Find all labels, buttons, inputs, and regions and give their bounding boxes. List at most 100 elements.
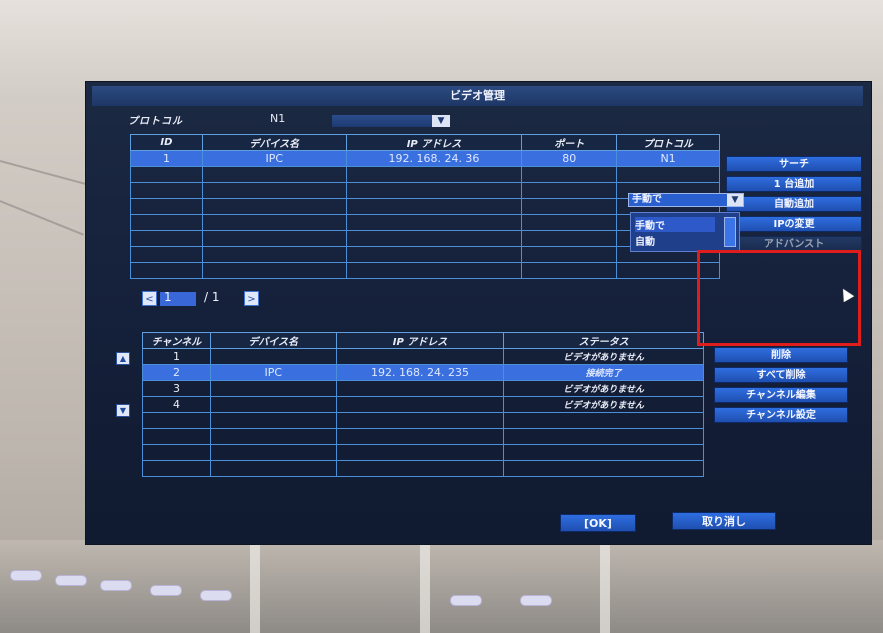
- channel-cell: [503, 460, 704, 477]
- device-cell: [130, 166, 203, 183]
- table-row[interactable]: 1 ビデオがありません: [142, 348, 704, 365]
- device-cell: [201, 182, 347, 199]
- channel-cell: ビデオがありません: [503, 380, 704, 397]
- channel-cell: [335, 460, 505, 477]
- device-cell: [130, 198, 203, 215]
- device-cell: [345, 230, 523, 247]
- device-header-cell: ポート: [521, 134, 618, 151]
- ok-button[interactable]: [OK]: [560, 514, 636, 532]
- table-row[interactable]: 2 IPC 192. 168. 24. 235 接続完了: [142, 364, 704, 381]
- device-cell: [521, 262, 618, 279]
- next-page-button[interactable]: >: [244, 291, 259, 306]
- channel-cell: 4: [142, 396, 211, 413]
- device-cell: [521, 182, 618, 199]
- fence-light: [520, 595, 552, 606]
- channel-cell: [503, 412, 704, 429]
- table-row[interactable]: 1 IPC 192. 168. 24. 36 80 N1: [130, 150, 720, 167]
- background-wire: [0, 200, 84, 236]
- channel-cell: 3: [142, 380, 211, 397]
- device-cell: [201, 214, 347, 231]
- delete-button[interactable]: 削除: [714, 347, 848, 363]
- device-cell: [130, 262, 203, 279]
- chevron-down-icon[interactable]: ▼: [727, 194, 743, 206]
- device-table-header: ID デバイス名 IP アドレス ポート プロトコル: [130, 134, 720, 151]
- device-cell: [201, 246, 347, 263]
- channel-table: チャンネル デバイス名 IP アドレス ステータス 1 ビデオがありません 2 IPC 192…: [142, 332, 704, 477]
- channel-settings-button[interactable]: チャンネル設定: [714, 407, 848, 423]
- table-row[interactable]: [142, 444, 704, 461]
- mode-list-scrollbar[interactable]: [724, 217, 736, 247]
- channel-cell: 192. 168. 24. 235: [335, 364, 505, 381]
- channel-cell: [209, 444, 337, 461]
- channel-cell: [335, 348, 505, 365]
- protocol-label: プロトコル: [128, 116, 183, 127]
- background-wire: [0, 160, 88, 186]
- protocol-value: N1: [270, 112, 286, 125]
- channel-cell: [209, 428, 337, 445]
- device-cell: [521, 166, 618, 183]
- channel-cell: 2: [142, 364, 211, 381]
- prev-page-button[interactable]: <: [142, 291, 157, 306]
- table-row[interactable]: 3 ビデオがありません: [142, 380, 704, 397]
- change-ip-button[interactable]: IPの変更: [726, 216, 862, 232]
- channel-cell: [335, 444, 505, 461]
- highlight-box: [697, 250, 861, 346]
- mode-dropdown[interactable]: 手動で ▼: [628, 193, 744, 207]
- device-header-cell: ID: [130, 134, 203, 151]
- search-button[interactable]: サーチ: [726, 156, 862, 172]
- channel-table-body: 1 ビデオがありません 2 IPC 192. 168. 24. 235 接続完了 3 ビデオが…: [142, 348, 704, 477]
- channel-cell: [142, 444, 211, 461]
- fence-light: [450, 595, 482, 606]
- table-row[interactable]: [130, 262, 720, 279]
- device-cell: [130, 182, 203, 199]
- page-current: 1: [164, 290, 172, 304]
- fence-bar: [600, 545, 610, 633]
- channel-cell: [335, 428, 505, 445]
- channel-cell: [503, 444, 704, 461]
- channel-cell: [209, 380, 337, 397]
- edit-channel-button[interactable]: チャンネル編集: [714, 387, 848, 403]
- channel-cell: [335, 396, 505, 413]
- move-down-button[interactable]: ▼: [116, 404, 130, 417]
- table-row[interactable]: [130, 166, 720, 183]
- device-header-cell: プロトコル: [616, 134, 720, 151]
- device-cell: [616, 166, 720, 183]
- channel-header-cell: ステータス: [503, 332, 704, 349]
- fence-bar: [250, 545, 260, 633]
- channel-cell: [209, 348, 337, 365]
- chevron-down-icon[interactable]: ▼: [432, 115, 450, 127]
- mode-dropdown-list: 手動で 自動: [630, 212, 740, 252]
- photo-background-bottom: [0, 540, 883, 633]
- fence-light: [10, 570, 42, 581]
- device-header-cell: デバイス名: [201, 134, 347, 151]
- mode-dropdown-value: 手動で: [632, 194, 662, 205]
- window-title: ビデオ管理: [92, 86, 863, 106]
- device-cell: [130, 214, 203, 231]
- delete-all-button[interactable]: すべて削除: [714, 367, 848, 383]
- mode-option-auto[interactable]: 自動: [635, 233, 655, 248]
- channel-cell: [209, 396, 337, 413]
- table-row[interactable]: 4 ビデオがありません: [142, 396, 704, 413]
- channel-cell: IPC: [209, 364, 337, 381]
- device-cell: [345, 214, 523, 231]
- move-up-button[interactable]: ▲: [116, 352, 130, 365]
- device-cell: [201, 230, 347, 247]
- cancel-button[interactable]: 取り消し: [672, 512, 776, 530]
- protocol-dropdown[interactable]: ▼: [332, 115, 450, 127]
- fence-light: [200, 590, 232, 601]
- auto-add-button[interactable]: 自動追加: [726, 196, 862, 212]
- channel-header-cell: チャンネル: [142, 332, 211, 349]
- add-one-button[interactable]: 1 台追加: [726, 176, 862, 192]
- table-row[interactable]: [142, 412, 704, 429]
- device-cell: [345, 182, 523, 199]
- channel-cell: ビデオがありません: [503, 396, 704, 413]
- channel-cell: [142, 412, 211, 429]
- channel-cell: [142, 460, 211, 477]
- device-cell: [521, 214, 618, 231]
- mode-option-manual[interactable]: 手動で: [635, 217, 715, 232]
- page-total: / 1: [204, 290, 220, 304]
- device-cell: IPC: [201, 150, 347, 167]
- table-row[interactable]: [142, 460, 704, 477]
- table-row[interactable]: [142, 428, 704, 445]
- channel-cell: [209, 412, 337, 429]
